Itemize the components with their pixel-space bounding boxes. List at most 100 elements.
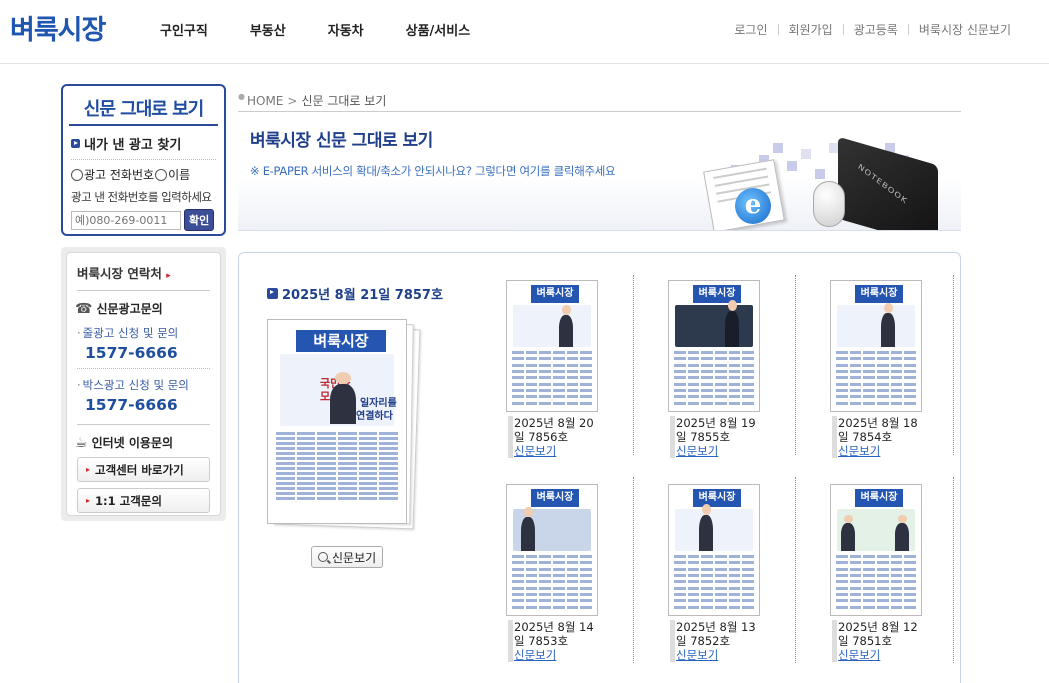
issue-view-link[interactable]: 신문보기: [838, 648, 922, 662]
issue-caption: 2025년 8월 20 일 7856호 신문보기: [508, 416, 598, 458]
latest-issue-cover[interactable]: 벼룩시장 국민과 모든 일자리를 연결하다: [267, 319, 421, 530]
column-divider: [795, 477, 796, 663]
one-to-one-button[interactable]: ▸ 1:1 고객문의: [77, 488, 210, 513]
mouse-icon: [813, 181, 845, 227]
breadcrumb-home[interactable]: HOME: [247, 94, 283, 108]
issue-number: 일 7852호: [676, 634, 731, 648]
nav-goods-services[interactable]: 상품/서비스: [406, 20, 471, 39]
nav-real-estate[interactable]: 부동산: [250, 20, 286, 39]
newspaper-view-link[interactable]: 벼룩시장 신문보기: [919, 21, 1011, 38]
issue-view-link[interactable]: 신문보기: [676, 648, 760, 662]
phone-input[interactable]: [71, 210, 181, 230]
issue-person: [559, 305, 574, 347]
issue-masthead: 벼룩시장: [855, 489, 903, 507]
column-divider: [633, 477, 634, 663]
newspaper-list: 2025년 8월 21일 7857호 벼룩시장 국민과 모든 일자리를 연결하다: [238, 252, 961, 683]
issue-masthead: 벼룩시장: [855, 285, 903, 303]
box-ad-number: 1577-6666: [85, 396, 178, 414]
cover-masthead: 벼룩시장: [296, 330, 386, 352]
ad-search-box: 신문 그대로 보기 내가 낸 광고 찾기 광고 전화번호 이름 광고 낸 전화번…: [61, 84, 226, 236]
arrow-right-icon: ▸: [86, 496, 91, 505]
issue-cover: 벼룩시장: [830, 280, 922, 412]
arrow-right-icon: ▸: [166, 271, 171, 281]
search-box-subtitle-text: 내가 낸 광고 찾기: [84, 138, 182, 153]
issue-caption: 2025년 8월 13 일 7852호 신문보기: [670, 620, 760, 662]
login-link[interactable]: 로그인: [734, 21, 767, 38]
contact-inner: 벼룩시장 연락처 ▸ ☎ 신문광고문의 줄광고 신청 및 문의 1577-666…: [66, 252, 221, 516]
search-type-radios: 광고 전화번호 이름: [71, 166, 216, 183]
divider: [77, 368, 210, 369]
issue-number: 일 7853호: [514, 634, 569, 648]
issue-date: 2025년 8월 20: [514, 416, 594, 430]
ad-inquiry-title: 신문광고문의: [96, 302, 163, 316]
issue-cover: 벼룩시장: [668, 280, 760, 412]
issue-masthead: 벼룩시장: [531, 285, 579, 303]
issue-masthead: 벼룩시장: [531, 489, 579, 507]
laptop-label: NOTEBOOK: [856, 162, 909, 206]
contact-title-text: 벼룩시장 연락처: [77, 266, 162, 281]
issue-cover: 벼룩시장: [668, 484, 760, 616]
issue-person: [881, 302, 896, 347]
issue-date: 2025년 8월 19: [676, 416, 756, 430]
confirm-button[interactable]: 확인: [184, 209, 215, 231]
ad-inquiry-section: ☎ 신문광고문의: [75, 300, 212, 317]
latest-cover-page: 벼룩시장 국민과 모든 일자리를 연결하다: [267, 319, 407, 524]
issue-hero: [675, 305, 753, 347]
cover-headline-4: 연결하다: [356, 411, 393, 422]
search-box-subtitle: 내가 낸 광고 찾기: [71, 134, 216, 160]
bullet-icon: [267, 288, 278, 299]
issue-ad-grid: [512, 351, 592, 406]
issue-hero: [837, 305, 915, 347]
search-box-title: 신문 그대로 보기: [69, 86, 218, 126]
issue-card[interactable]: 벼룩시장 2025년 8월 14 일 7853호 신문보기: [506, 484, 616, 674]
radio-phone[interactable]: [71, 168, 83, 181]
ad-register-link[interactable]: 광고등록: [854, 21, 898, 38]
site-logo[interactable]: 벼룩시장: [10, 8, 106, 47]
nav-jobs[interactable]: 구인구직: [160, 20, 208, 39]
issue-date: 2025년 8월 14: [514, 620, 594, 634]
issue-caption: 2025년 8월 18 일 7854호 신문보기: [832, 416, 922, 458]
issue-view-link[interactable]: 신문보기: [676, 444, 760, 458]
arrow-right-icon: ▸: [86, 465, 91, 474]
latest-view-button[interactable]: 신문보기: [311, 546, 384, 568]
issue-card[interactable]: 벼룩시장 2025년 8월 18 일 7854호 신문보기: [830, 280, 940, 470]
issue-date: 2025년 8월 12: [838, 620, 918, 634]
util-divider: [842, 24, 844, 35]
cover-person: [330, 372, 356, 424]
issue-cover: 벼룩시장: [506, 484, 598, 616]
search-hint: 광고 낸 전화번호를 입력하세요: [71, 190, 212, 204]
contact-title: 벼룩시장 연락처 ▸: [77, 263, 210, 291]
zoom-help-link[interactable]: ※ E-PAPER 서비스의 확대/축소가 안되시나요? 그렇다면 여기를 클릭…: [250, 163, 616, 179]
radio-name-label: 이름: [168, 168, 191, 182]
issue-view-link[interactable]: 신문보기: [514, 648, 598, 662]
issue-date: 2025년 8월 18: [838, 416, 918, 430]
customer-center-label: 고객센터 바로가기: [95, 462, 184, 477]
util-divider: [777, 24, 779, 35]
site-header: 벼룩시장 구인구직 부동산 자동차 상품/서비스 로그인 회원가입 광고등록 벼…: [0, 0, 1049, 64]
issue-cover: 벼룩시장: [830, 484, 922, 616]
internet-inquiry-title: 인터넷 이용문의: [91, 436, 174, 450]
issue-hero: [675, 509, 753, 551]
radio-name[interactable]: [155, 168, 168, 181]
box-ad-label: 박스광고 신청 및 문의: [77, 377, 210, 393]
issue-card[interactable]: 벼룩시장 2025년 8월 20 일 7856호 신문보기: [506, 280, 616, 470]
customer-center-button[interactable]: ▸ 고객센터 바로가기: [77, 457, 210, 482]
issue-masthead: 벼룩시장: [693, 489, 741, 507]
column-divider: [953, 275, 954, 455]
issue-person: [699, 504, 714, 551]
issue-person: [521, 506, 536, 551]
column-divider: [633, 275, 634, 455]
signup-link[interactable]: 회원가입: [789, 21, 833, 38]
issue-number: 일 7856호: [514, 430, 569, 444]
coffee-cup-icon: ☕: [75, 434, 88, 451]
issue-card[interactable]: 벼룩시장 2025년 8월 12 일 7851호 신문보기: [830, 484, 940, 674]
latest-issue-date: 2025년 8월 21일 7857호: [282, 288, 443, 303]
issue-person: [841, 514, 856, 551]
issue-view-link[interactable]: 신문보기: [838, 444, 922, 458]
issue-person: [895, 514, 910, 551]
util-divider: [907, 24, 909, 35]
issue-card[interactable]: 벼룩시장 2025년 8월 13 일 7852호 신문보기: [668, 484, 778, 674]
issue-view-link[interactable]: 신문보기: [514, 444, 598, 458]
issue-card[interactable]: 벼룩시장 2025년 8월 19 일 7855호 신문보기: [668, 280, 778, 470]
nav-cars[interactable]: 자동차: [328, 20, 364, 39]
